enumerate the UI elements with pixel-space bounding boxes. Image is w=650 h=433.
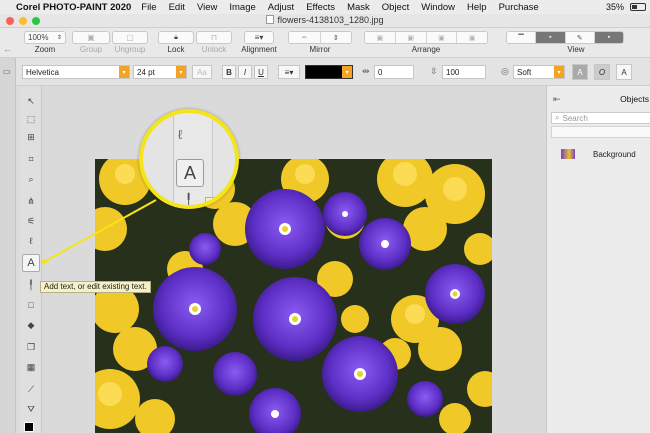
- tooltip-text: Add text, or edit existing text.: [44, 282, 147, 291]
- text-tool-tooltip: Add text, or edit existing text.: [40, 281, 151, 293]
- magnified-text-tool-glyph: A: [183, 162, 196, 183]
- magnified-lasso-icon: ℓ: [178, 127, 183, 142]
- callout-connector: [41, 199, 157, 265]
- magnifier-callout: ℓ A ╿ Ad: [139, 109, 239, 209]
- app-window: Corel PHOTO-PAINT 2020 File Edit View Im…: [0, 0, 650, 433]
- magnified-text-tool-button: A: [176, 159, 204, 187]
- magnified-paint-icon: ╿: [185, 193, 193, 207]
